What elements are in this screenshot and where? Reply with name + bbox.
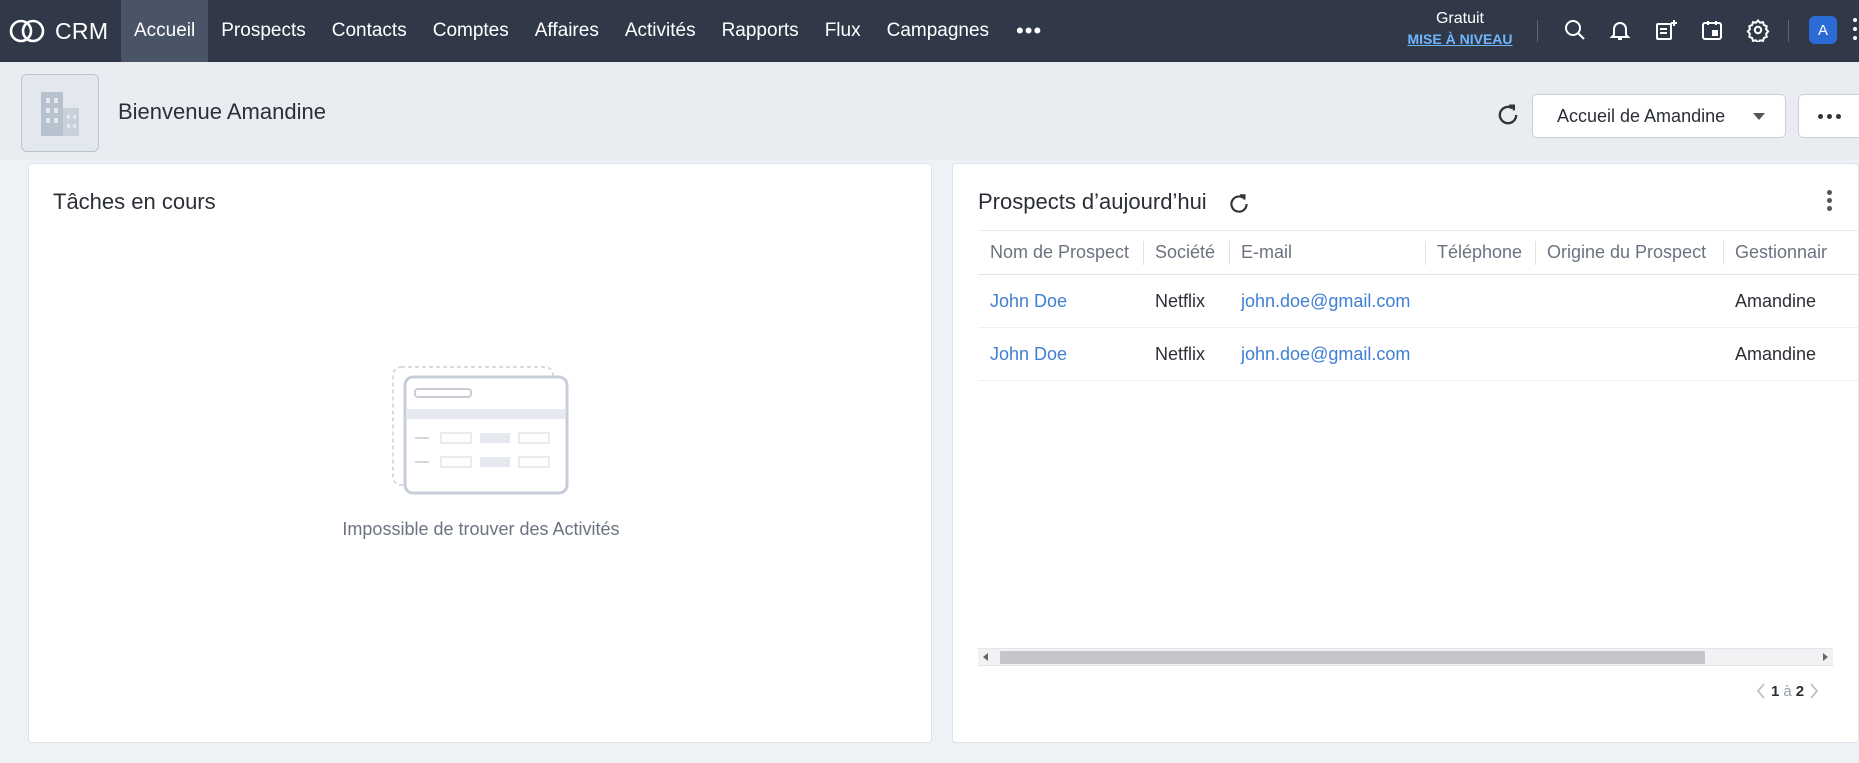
add-note-button[interactable] [1651, 15, 1681, 45]
page-separator: à [1783, 682, 1792, 700]
lead-company: Netflix [1143, 327, 1229, 381]
nav-item-accueil[interactable]: Accueil [121, 0, 209, 62]
user-avatar[interactable]: A [1809, 16, 1837, 44]
nav-item-contacts[interactable]: Contacts [319, 0, 420, 62]
tasks-card: Tâches en cours Impossible de trouver de… [28, 163, 932, 743]
tasks-title: Tâches en cours [53, 189, 216, 214]
column-header[interactable]: Gestionnair [1723, 230, 1858, 275]
horizontal-scrollbar[interactable] [978, 648, 1833, 666]
plan-info: Gratuit MISE À NIVEAU [1400, 9, 1520, 49]
lead-phone [1425, 327, 1535, 381]
nav-item-affaires[interactable]: Affaires [522, 0, 612, 62]
nav-more-button[interactable]: ••• [1002, 0, 1056, 62]
settings-button[interactable] [1743, 15, 1773, 45]
brand[interactable]: CRM [0, 0, 121, 62]
lead-source [1535, 327, 1723, 381]
nav-item-campagnes[interactable]: Campagnes [874, 0, 1002, 62]
lead-owner: Amandine [1723, 327, 1858, 381]
search-icon [1565, 20, 1585, 40]
nav-item-comptes[interactable]: Comptes [420, 0, 522, 62]
plan-name: Gratuit [1435, 10, 1484, 27]
nav-item-prospects[interactable]: Prospects [208, 0, 318, 62]
welcome-title: Bienvenue Amandine [118, 99, 326, 124]
top-more-menu[interactable] [1849, 18, 1859, 44]
nav-item-rapports[interactable]: Rapports [709, 0, 812, 62]
table-row[interactable]: John Doe Netflix john.doe@gmail.com Aman… [978, 274, 1858, 328]
top-nav-bar: CRM Accueil Prospects Contacts Comptes A… [0, 0, 1859, 62]
leads-table: Nom de Prospect Société E-mail Téléphone… [978, 230, 1858, 381]
add-note-icon [1656, 20, 1677, 40]
dashboard-select-value: Accueil de Amandine [1557, 105, 1726, 126]
table-row[interactable]: John Doe Netflix john.doe@gmail.com Aman… [978, 327, 1858, 381]
leads-title: Prospects d’aujourd’hui [978, 189, 1207, 214]
lead-phone [1425, 274, 1535, 328]
leads-card: Prospects d’aujourd’hui Nom de Prospect … [952, 163, 1859, 743]
app-name: CRM [55, 17, 109, 44]
pagination: 1 à 2 [1755, 682, 1820, 700]
calendar-button[interactable] [1697, 15, 1727, 45]
page-current: 1 [1771, 682, 1780, 700]
gear-icon [1746, 19, 1770, 42]
table-header-row: Nom de Prospect Société E-mail Téléphone… [978, 230, 1858, 275]
scroll-right-icon[interactable] [1823, 653, 1828, 661]
card-more-menu[interactable] [1827, 190, 1837, 216]
lead-name-link[interactable]: John Doe [978, 274, 1143, 328]
main-nav: Accueil Prospects Contacts Comptes Affai… [121, 0, 1056, 62]
empty-table-illustration [392, 366, 569, 495]
dashboard-more-button[interactable] [1798, 94, 1859, 138]
column-header[interactable]: E-mail [1229, 230, 1425, 275]
nav-item-flux[interactable]: Flux [812, 0, 874, 62]
chevron-right-icon[interactable] [1808, 682, 1820, 700]
dashboard-select[interactable]: Accueil de Amandine [1532, 94, 1786, 138]
refresh-icon[interactable] [1494, 101, 1522, 129]
lead-name-link[interactable]: John Doe [978, 327, 1143, 381]
refresh-icon[interactable] [1226, 191, 1252, 217]
divider [1788, 20, 1789, 42]
company-avatar [21, 74, 99, 152]
divider [1537, 20, 1538, 42]
lead-company: Netflix [1143, 274, 1229, 328]
lead-email-link[interactable]: john.doe@gmail.com [1229, 274, 1425, 328]
scrollbar-thumb[interactable] [1000, 651, 1705, 664]
building-icon [41, 92, 79, 136]
column-header[interactable]: Société [1143, 230, 1229, 275]
page-total: 2 [1795, 682, 1805, 700]
search-button[interactable] [1560, 15, 1590, 45]
lead-email-link[interactable]: john.doe@gmail.com [1229, 327, 1425, 381]
notifications-button[interactable] [1605, 15, 1635, 45]
column-header[interactable]: Nom de Prospect [978, 230, 1143, 275]
column-header[interactable]: Origine du Prospect [1535, 230, 1723, 275]
bell-icon [1609, 22, 1631, 40]
scroll-left-icon[interactable] [983, 653, 988, 661]
crm-logo-icon [9, 19, 45, 43]
empty-message: Impossible de trouver des Activités [342, 519, 620, 539]
lead-source [1535, 274, 1723, 328]
column-header[interactable]: Téléphone [1425, 230, 1535, 275]
calendar-icon [1702, 21, 1722, 40]
chevron-down-icon [1753, 113, 1765, 120]
chevron-left-icon[interactable] [1755, 682, 1767, 700]
nav-item-activites[interactable]: Activités [612, 0, 709, 62]
upgrade-link[interactable]: MISE À NIVEAU [1400, 29, 1520, 49]
lead-owner: Amandine [1723, 274, 1858, 328]
